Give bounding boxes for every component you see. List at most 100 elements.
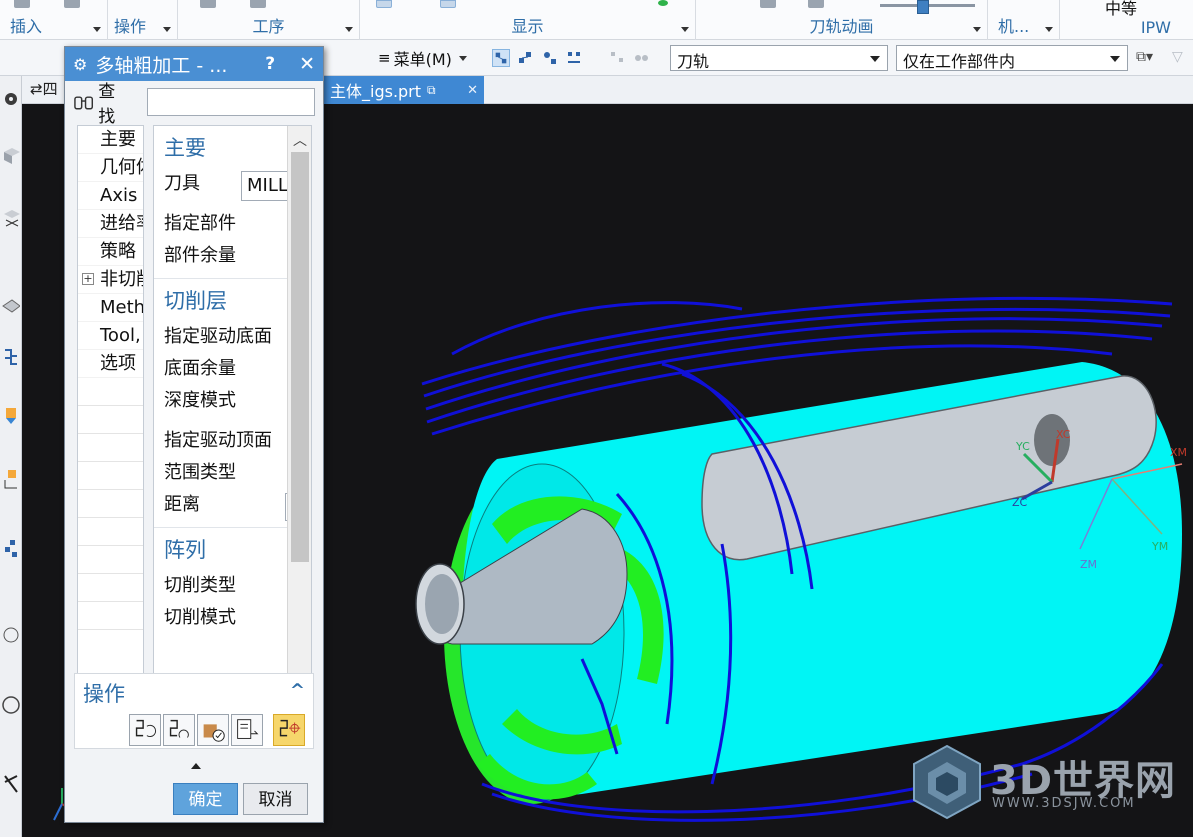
ribbon-group-toolpath-animation[interactable]: 刀轨动画 [696,0,988,40]
axis-label-zm: ZM [1080,558,1097,571]
cancel-button[interactable]: 取消 [243,783,308,815]
find-row: 查找 [73,82,315,127]
nav-item-non-cutting[interactable]: + 非切削 [78,266,143,294]
tool-label: 刀具 [164,173,200,194]
popout-icon[interactable]: ⧉ [427,83,436,98]
chevron-down-icon[interactable] [1045,27,1053,32]
roles-icon[interactable] [2,772,20,794]
range-type-label: 范围类型 [164,462,236,483]
axis-label-ym: YM [1151,540,1168,553]
nav-blank-row [78,378,143,406]
select-disabled-icon[interactable] [608,49,626,67]
nav-item-label: Method [100,297,144,318]
gear-icon[interactable]: ⚙ [73,55,87,74]
help-button[interactable]: ? [265,54,275,74]
ribbon-group-label: IPW [1140,18,1171,37]
nav-item-geometry[interactable]: 几何体 [78,154,143,182]
tab-active-part[interactable]: 主体_igs.prt ⧉ ✕ [324,76,484,104]
ribbon-group-process[interactable]: 工序 [178,0,360,40]
select-feature-icon[interactable] [492,49,510,67]
close-icon[interactable]: ✕ [299,53,315,75]
nav-item-options[interactable]: 选项 [78,350,143,378]
nav-blank-row [78,490,143,518]
find-label: 查找 [98,82,116,127]
select-disabled-icon-2[interactable] [632,49,650,67]
ribbon-group-machine[interactable]: 机... [988,0,1060,40]
tab-hidden-icon[interactable]: ⇄四 [30,78,58,99]
funnel-icon[interactable]: ▽ [1172,49,1183,65]
cut-mode-label: 切削模式 [164,607,236,628]
nav-item-feeds[interactable]: 进给率 [78,210,143,238]
assembly-navigator-icon[interactable] [2,206,20,228]
chevron-down-icon[interactable] [973,27,981,32]
dialog-title: 多轴粗加工 - ... [95,54,228,77]
ribbon-group-insert[interactable]: 插入 [0,0,108,40]
dialog-title-bar[interactable]: ⚙ 多轴粗加工 - ... ? ✕ [65,47,323,81]
nav-item-method[interactable]: Method [78,294,143,322]
system-materials-icon[interactable] [2,694,20,716]
reuse-library-icon[interactable] [2,538,20,560]
menu-button[interactable]: ≡ 菜单(M) [378,46,467,70]
nav-item-label: 进给率 [100,213,143,234]
gear-icon[interactable] [2,88,20,110]
chevron-up-icon[interactable] [191,763,201,769]
generate-toolpath-icon[interactable] [129,714,161,746]
ribbon-group-label: 机... [998,17,1030,36]
chevron-up-icon[interactable]: ^ [290,680,305,701]
menu-icon: ≡ [378,49,391,67]
nav-blank-row [78,434,143,462]
select-filter-icon[interactable]: ⧉▾ [1136,49,1153,65]
nav-item-strategy[interactable]: 策略 [78,238,143,266]
ribbon-group-label: 工序 [252,17,285,36]
content-vscrollbar[interactable]: ︿ ﹀ [287,126,311,714]
operations-title: 操作 [83,682,125,706]
chevron-up-icon[interactable]: ︿ [288,130,311,150]
nav-item-main[interactable]: 主要 [78,126,143,154]
watermark-url: WWW.3DSJW.COM [992,796,1136,811]
machine-tool-navigator-icon[interactable] [2,404,20,426]
machining-feature-icon[interactable] [2,468,20,490]
list-toolpath-icon[interactable] [231,714,263,746]
chevron-down-icon [870,56,880,62]
select-point-icon[interactable] [541,49,559,67]
select-edge-icon[interactable] [565,49,583,67]
nav-item-label: 策略 [100,241,136,262]
replay-toolpath-icon[interactable] [163,714,195,746]
history-icon[interactable] [2,624,20,646]
ok-button[interactable]: 确定 [173,783,238,815]
select-chain-icon[interactable] [516,49,534,67]
distance-label: 距离 [164,494,200,515]
nav-item-axis[interactable]: Axis [78,182,143,210]
axis-label-zc: ZC [1012,496,1028,509]
chevron-down-icon[interactable] [345,27,353,32]
chevron-down-icon[interactable] [681,27,689,32]
selection-scope-select[interactable]: 仅在工作部件内 [896,45,1128,71]
find-input[interactable] [147,88,315,116]
nav-blank-row [78,462,143,490]
part-navigator-icon[interactable] [2,144,20,166]
nav-item-label: Axis [100,185,138,206]
dialog-nav-list: 主要 几何体 Axis 进给率 策略 + 非切削 Method Tool, Pro… [77,125,144,715]
drive-bottom-label: 指定驱动底面 [164,326,272,347]
multi-axis-roughing-dialog: ⚙ 多轴粗加工 - ... ? ✕ 查找 主要 几何体 Axis 进给率 策略 … [64,46,324,823]
dialog-content-panel: 主要 刀具 MILL ( 指定部件 部件余量 切削层 指定驱动底面 底面余量 深… [153,125,312,715]
expand-icon[interactable]: + [82,273,94,285]
nav-item-tool-program[interactable]: Tool, Program [78,322,143,350]
chevron-down-icon[interactable] [163,27,171,32]
verify-toolpath-icon[interactable] [197,714,229,746]
ribbon-group-display[interactable]: 显示 [360,0,696,40]
ribbon-group-ipw[interactable]: IPW [1060,0,1193,40]
nav-item-label: 非切削 [100,269,143,290]
operation-navigator-icon[interactable] [2,344,20,366]
ribbon-group-operation[interactable]: 操作 [108,0,178,40]
type-filter-select[interactable]: 刀轨 [670,45,888,71]
nav-item-label: 几何体 [100,157,143,178]
chevron-down-icon[interactable] [93,27,101,32]
axis-label-xm: XM [1170,446,1187,459]
axis-label-xc: XC [1056,428,1071,441]
scrollbar-thumb[interactable] [291,152,309,562]
constraint-navigator-icon[interactable] [2,294,20,316]
chevron-down-icon [458,55,467,61]
edit-toolpath-icon[interactable] [273,714,305,746]
close-icon[interactable]: ✕ [467,83,478,98]
